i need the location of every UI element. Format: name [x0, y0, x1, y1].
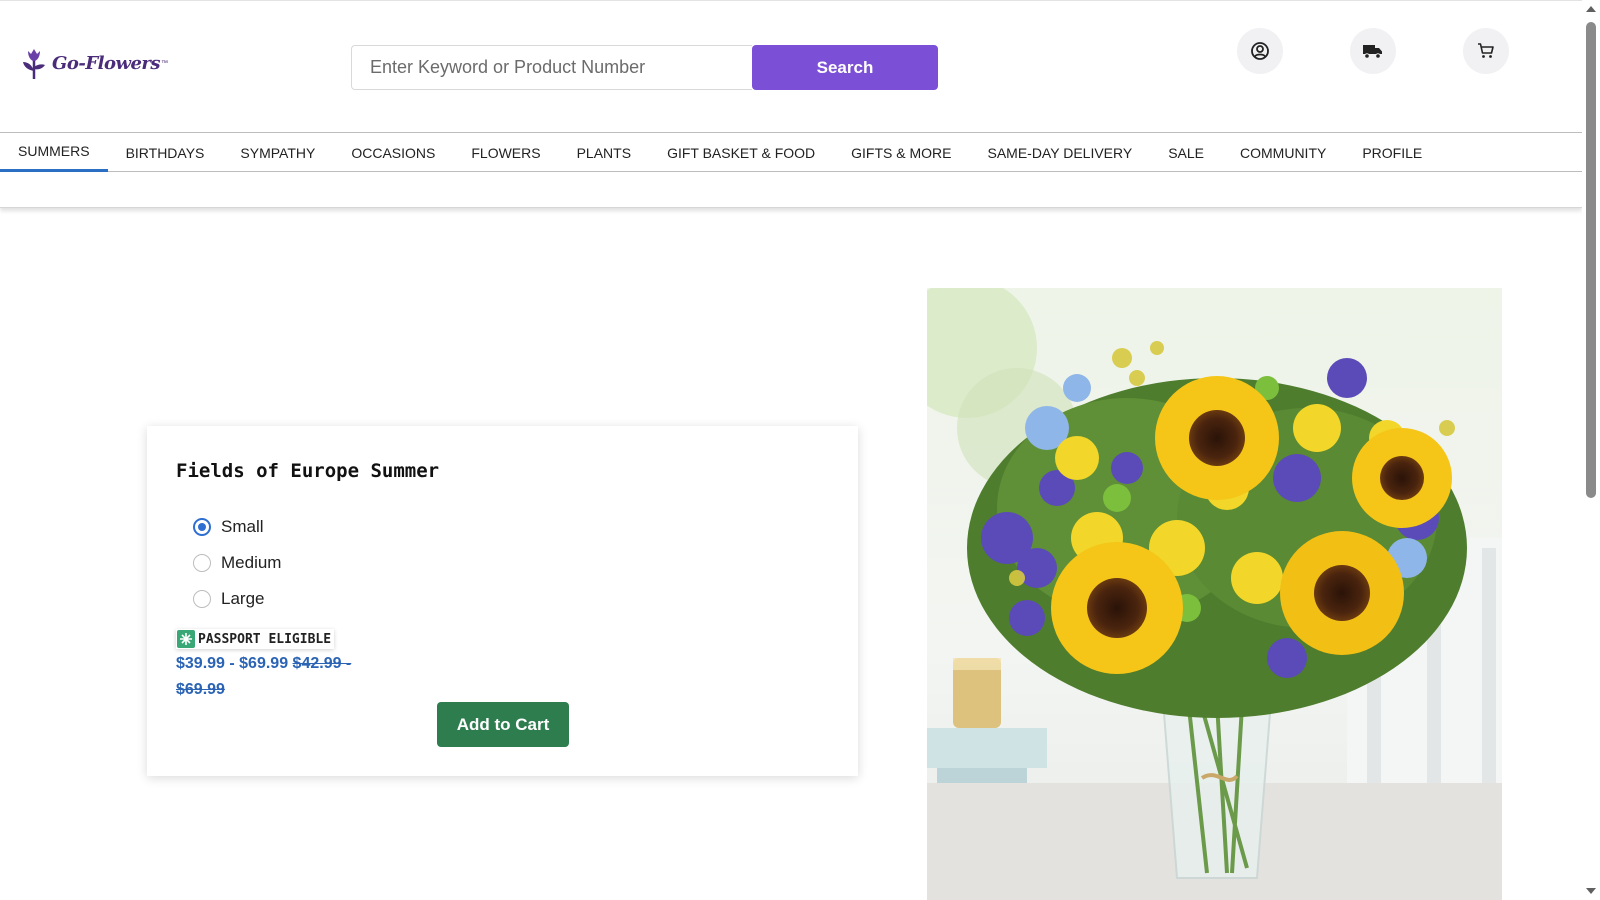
- scroll-thumb[interactable]: [1586, 22, 1596, 498]
- radio-small[interactable]: [193, 518, 211, 536]
- main-nav: SUMMERS BIRTHDAYS SYMPATHY OCCASIONS FLO…: [0, 132, 1582, 172]
- site-logo[interactable]: Go-Flowers ™: [20, 45, 168, 81]
- size-label-small: Small: [221, 517, 264, 536]
- sub-nav-bar: [0, 172, 1582, 208]
- radio-large[interactable]: [193, 590, 211, 608]
- delivery-button[interactable]: [1350, 28, 1396, 74]
- nav-item-gifts-more[interactable]: GIFTS & MORE: [833, 133, 969, 172]
- nav-item-flowers[interactable]: FLOWERS: [453, 133, 558, 172]
- bouquet-illustration: [927, 288, 1502, 900]
- product-title: Fields of Europe Summer: [176, 460, 440, 482]
- price-block: $39.99 - $69.99 $42.99 - $69.99: [176, 651, 386, 703]
- product-card: Fields of Europe Summer Small Medium Lar…: [147, 426, 858, 776]
- nav-item-sympathy[interactable]: SYMPATHY: [222, 133, 333, 172]
- nav-item-profile[interactable]: PROFILE: [1344, 133, 1440, 172]
- search-button[interactable]: Search: [752, 45, 938, 90]
- nav-item-same-day-delivery[interactable]: SAME-DAY DELIVERY: [969, 133, 1150, 172]
- size-option-small[interactable]: Small: [193, 517, 264, 537]
- site-header: Go-Flowers ™ Search: [0, 0, 1582, 132]
- sale-price: $39.99 - $69.99: [176, 655, 289, 672]
- add-to-cart-button[interactable]: Add to Cart: [437, 702, 569, 747]
- logo-wordmark: Go-Flowers: [52, 52, 161, 74]
- trademark-mark: ™: [161, 59, 169, 67]
- flower-logo-icon: [23, 49, 45, 79]
- nav-item-summers[interactable]: SUMMERS: [0, 133, 108, 172]
- nav-item-birthdays[interactable]: BIRTHDAYS: [108, 133, 223, 172]
- product-image: [927, 288, 1502, 900]
- account-button[interactable]: [1237, 28, 1283, 74]
- nav-item-occasions[interactable]: OCCASIONS: [333, 133, 453, 172]
- size-option-medium[interactable]: Medium: [193, 553, 281, 573]
- size-label-large: Large: [221, 589, 265, 608]
- size-option-large[interactable]: Large: [193, 589, 264, 609]
- nav-item-plants[interactable]: PLANTS: [559, 133, 649, 172]
- passport-eligible-badge: PASSPORT ELIGIBLE: [176, 629, 335, 649]
- radio-medium[interactable]: [193, 554, 211, 572]
- cart-button[interactable]: [1463, 28, 1509, 74]
- nav-item-community[interactable]: COMMUNITY: [1222, 133, 1344, 172]
- nav-item-sale[interactable]: SALE: [1150, 133, 1222, 172]
- scroll-up-arrow-icon[interactable]: [1586, 6, 1596, 12]
- scroll-down-arrow-icon[interactable]: [1586, 888, 1596, 894]
- nav-item-gift-basket-food[interactable]: GIFT BASKET & FOOD: [649, 133, 833, 172]
- passport-label: PASSPORT ELIGIBLE: [198, 631, 332, 647]
- account-icon: [1251, 42, 1269, 60]
- passport-icon: [177, 630, 195, 648]
- search-bar: Search: [351, 45, 938, 90]
- search-input[interactable]: [351, 45, 752, 90]
- page-scrollbar[interactable]: [1582, 0, 1600, 900]
- delivery-truck-icon: [1363, 45, 1382, 59]
- cart-icon: [1478, 43, 1494, 58]
- size-label-medium: Medium: [221, 553, 282, 572]
